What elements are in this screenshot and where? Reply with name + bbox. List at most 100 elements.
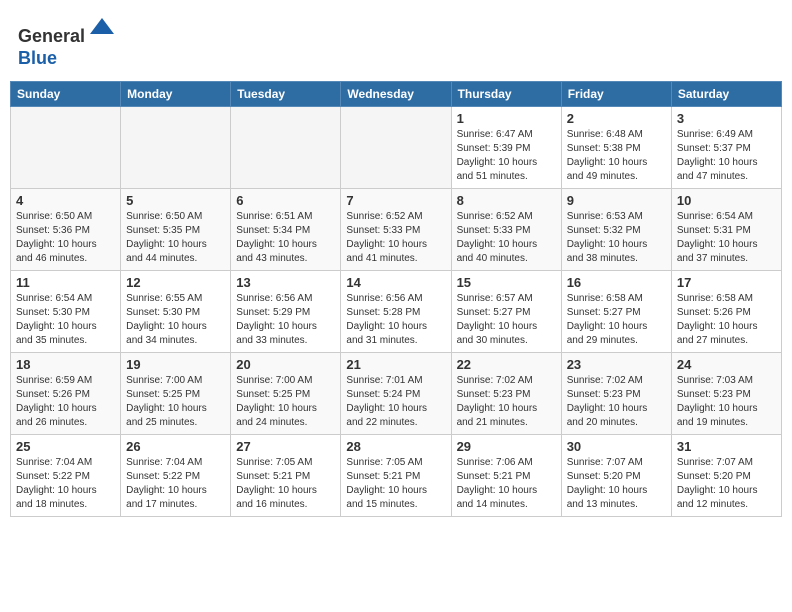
day-info: Sunrise: 6:54 AMSunset: 5:31 PMDaylight:…: [677, 210, 776, 266]
calendar-cell: 26Sunrise: 7:04 AMSunset: 5:22 PMDayligh…: [121, 435, 231, 517]
day-number: 23: [567, 357, 666, 372]
day-number: 6: [236, 193, 335, 208]
calendar-cell: 11Sunrise: 6:54 AMSunset: 5:30 PMDayligh…: [11, 271, 121, 353]
day-info: Sunrise: 6:57 AMSunset: 5:27 PMDaylight:…: [457, 292, 556, 348]
calendar-cell: 20Sunrise: 7:00 AMSunset: 5:25 PMDayligh…: [231, 353, 341, 435]
day-info: Sunrise: 7:00 AMSunset: 5:25 PMDaylight:…: [126, 374, 225, 430]
day-number: 10: [677, 193, 776, 208]
logo-general: General: [18, 26, 85, 46]
day-info: Sunrise: 6:56 AMSunset: 5:29 PMDaylight:…: [236, 292, 335, 348]
calendar-cell: 15 Sunrise: 6:57 AMSunset: 5:27 PMDayligh…: [451, 271, 561, 353]
day-info: Sunrise: 7:02 AMSunset: 5:23 PMDaylight:…: [457, 374, 556, 430]
day-info: Sunrise: 7:04 AMSunset: 5:22 PMDaylight:…: [16, 456, 115, 512]
day-number: 16: [567, 275, 666, 290]
day-info: Sunrise: 7:01 AMSunset: 5:24 PMDaylight:…: [346, 374, 445, 430]
calendar-week-5: 25 Sunrise: 7:04 AMSunset: 5:22 PMDayligh…: [11, 435, 782, 517]
calendar-cell: 16 Sunrise: 6:58 AMSunset: 5:27 PMDayligh…: [561, 271, 671, 353]
day-number: 1: [457, 111, 556, 126]
day-info: Sunrise: 7:04 AMSunset: 5:22 PMDaylight:…: [126, 456, 225, 512]
calendar-week-4: 18 Sunrise: 6:59 AMSunset: 5:26 PMDayligh…: [11, 353, 782, 435]
calendar-week-3: 11Sunrise: 6:54 AMSunset: 5:30 PMDayligh…: [11, 271, 782, 353]
day-info: Sunrise: 6:49 AMSunset: 5:37 PMDaylight:…: [677, 128, 776, 184]
calendar-cell: [231, 107, 341, 189]
column-header-saturday: Saturday: [671, 82, 781, 107]
day-info: Sunrise: 6:50 AMSunset: 5:36 PMDaylight:…: [16, 210, 115, 266]
day-info: Sunrise: 6:50 AMSunset: 5:35 PMDaylight:…: [126, 210, 225, 266]
calendar-cell: 23 Sunrise: 7:02 AMSunset: 5:23 PMDayligh…: [561, 353, 671, 435]
calendar-cell: 21 Sunrise: 7:01 AMSunset: 5:24 PMDayligh…: [341, 353, 451, 435]
logo-icon: [88, 14, 116, 42]
calendar-table: SundayMondayTuesdayWednesdayThursdayFrid…: [10, 81, 782, 517]
day-number: 9: [567, 193, 666, 208]
day-number: 13: [236, 275, 335, 290]
calendar-cell: 1 Sunrise: 6:47 AMSunset: 5:39 PMDaylight…: [451, 107, 561, 189]
calendar-cell: 2 Sunrise: 6:48 AMSunset: 5:38 PMDaylight…: [561, 107, 671, 189]
day-info: Sunrise: 6:59 AMSunset: 5:26 PMDaylight:…: [16, 374, 115, 430]
day-number: 28: [346, 439, 445, 454]
day-info: Sunrise: 7:00 AMSunset: 5:25 PMDaylight:…: [236, 374, 335, 430]
calendar-cell: 18 Sunrise: 6:59 AMSunset: 5:26 PMDayligh…: [11, 353, 121, 435]
day-info: Sunrise: 6:52 AMSunset: 5:33 PMDaylight:…: [346, 210, 445, 266]
page-header: General Blue: [10, 10, 782, 73]
column-header-sunday: Sunday: [11, 82, 121, 107]
day-info: Sunrise: 6:58 AMSunset: 5:27 PMDaylight:…: [567, 292, 666, 348]
day-info: Sunrise: 6:51 AMSunset: 5:34 PMDaylight:…: [236, 210, 335, 266]
column-header-thursday: Thursday: [451, 82, 561, 107]
calendar-header-row: SundayMondayTuesdayWednesdayThursdayFrid…: [11, 82, 782, 107]
calendar-cell: 30 Sunrise: 7:07 AMSunset: 5:20 PMDayligh…: [561, 435, 671, 517]
calendar-cell: 13 Sunrise: 6:56 AMSunset: 5:29 PMDayligh…: [231, 271, 341, 353]
day-number: 15: [457, 275, 556, 290]
day-number: 30: [567, 439, 666, 454]
column-header-wednesday: Wednesday: [341, 82, 451, 107]
day-number: 18: [16, 357, 115, 372]
column-header-tuesday: Tuesday: [231, 82, 341, 107]
calendar-cell: 12 Sunrise: 6:55 AMSunset: 5:30 PMDayligh…: [121, 271, 231, 353]
day-number: 31: [677, 439, 776, 454]
day-number: 2: [567, 111, 666, 126]
day-info: Sunrise: 7:05 AMSunset: 5:21 PMDaylight:…: [236, 456, 335, 512]
calendar-cell: 24Sunrise: 7:03 AMSunset: 5:23 PMDayligh…: [671, 353, 781, 435]
calendar-cell: 5 Sunrise: 6:50 AMSunset: 5:35 PMDaylight…: [121, 189, 231, 271]
calendar-cell: 25 Sunrise: 7:04 AMSunset: 5:22 PMDayligh…: [11, 435, 121, 517]
day-number: 7: [346, 193, 445, 208]
day-number: 3: [677, 111, 776, 126]
calendar-cell: 27Sunrise: 7:05 AMSunset: 5:21 PMDayligh…: [231, 435, 341, 517]
calendar-week-2: 4 Sunrise: 6:50 AMSunset: 5:36 PMDaylight…: [11, 189, 782, 271]
day-number: 8: [457, 193, 556, 208]
day-info: Sunrise: 6:48 AMSunset: 5:38 PMDaylight:…: [567, 128, 666, 184]
calendar-cell: 29Sunrise: 7:06 AMSunset: 5:21 PMDayligh…: [451, 435, 561, 517]
calendar-cell: 6 Sunrise: 6:51 AMSunset: 5:34 PMDaylight…: [231, 189, 341, 271]
calendar-week-1: 1 Sunrise: 6:47 AMSunset: 5:39 PMDaylight…: [11, 107, 782, 189]
day-info: Sunrise: 7:05 AMSunset: 5:21 PMDaylight:…: [346, 456, 445, 512]
calendar-cell: 22Sunrise: 7:02 AMSunset: 5:23 PMDayligh…: [451, 353, 561, 435]
day-info: Sunrise: 7:06 AMSunset: 5:21 PMDaylight:…: [457, 456, 556, 512]
logo-blue: Blue: [18, 48, 57, 68]
day-info: Sunrise: 7:07 AMSunset: 5:20 PMDaylight:…: [567, 456, 666, 512]
day-number: 14: [346, 275, 445, 290]
day-number: 19: [126, 357, 225, 372]
column-header-friday: Friday: [561, 82, 671, 107]
day-info: Sunrise: 6:54 AMSunset: 5:30 PMDaylight:…: [16, 292, 115, 348]
day-info: Sunrise: 6:56 AMSunset: 5:28 PMDaylight:…: [346, 292, 445, 348]
day-info: Sunrise: 6:53 AMSunset: 5:32 PMDaylight:…: [567, 210, 666, 266]
day-info: Sunrise: 6:58 AMSunset: 5:26 PMDaylight:…: [677, 292, 776, 348]
day-info: Sunrise: 6:55 AMSunset: 5:30 PMDaylight:…: [126, 292, 225, 348]
day-number: 21: [346, 357, 445, 372]
day-info: Sunrise: 7:02 AMSunset: 5:23 PMDaylight:…: [567, 374, 666, 430]
calendar-cell: 10 Sunrise: 6:54 AMSunset: 5:31 PMDayligh…: [671, 189, 781, 271]
day-number: 12: [126, 275, 225, 290]
day-number: 17: [677, 275, 776, 290]
day-info: Sunrise: 7:07 AMSunset: 5:20 PMDaylight:…: [677, 456, 776, 512]
day-info: Sunrise: 7:03 AMSunset: 5:23 PMDaylight:…: [677, 374, 776, 430]
calendar-cell: 19 Sunrise: 7:00 AMSunset: 5:25 PMDayligh…: [121, 353, 231, 435]
day-number: 4: [16, 193, 115, 208]
calendar-cell: 31 Sunrise: 7:07 AMSunset: 5:20 PMDayligh…: [671, 435, 781, 517]
day-info: Sunrise: 6:47 AMSunset: 5:39 PMDaylight:…: [457, 128, 556, 184]
day-number: 25: [16, 439, 115, 454]
calendar-cell: 8Sunrise: 6:52 AMSunset: 5:33 PMDaylight…: [451, 189, 561, 271]
calendar-cell: [121, 107, 231, 189]
calendar-cell: 14 Sunrise: 6:56 AMSunset: 5:28 PMDayligh…: [341, 271, 451, 353]
day-number: 5: [126, 193, 225, 208]
calendar-cell: 3 Sunrise: 6:49 AMSunset: 5:37 PMDaylight…: [671, 107, 781, 189]
calendar-cell: [341, 107, 451, 189]
